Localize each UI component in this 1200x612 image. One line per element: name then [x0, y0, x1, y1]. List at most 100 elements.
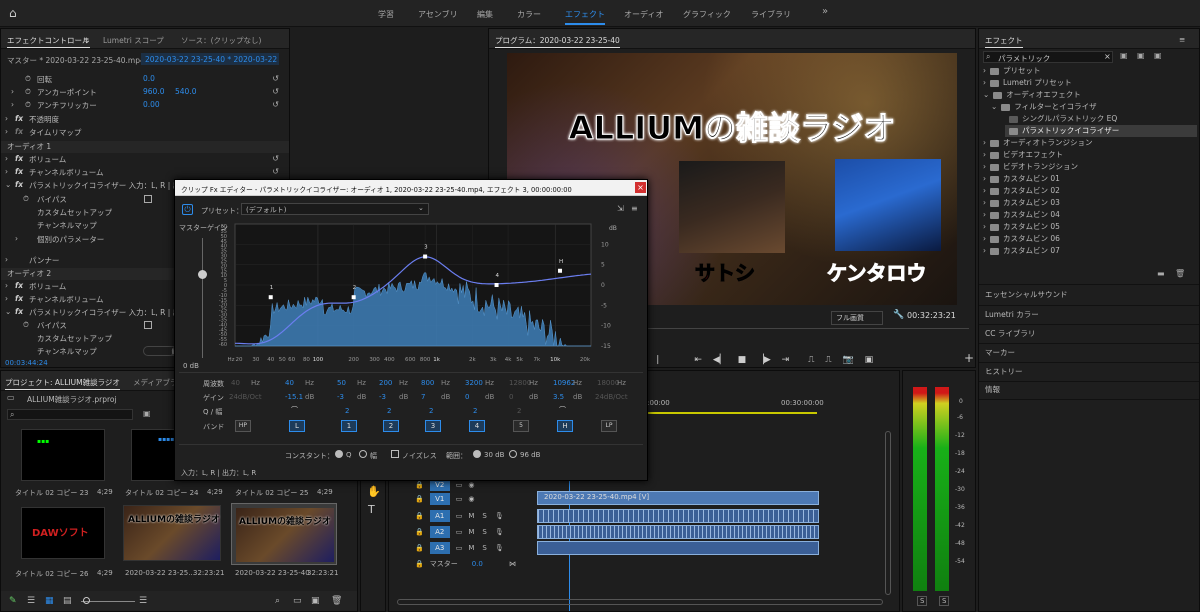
- camera-icon[interactable]: ▭: [456, 495, 463, 503]
- eq-point-handle[interactable]: [494, 283, 499, 287]
- band-toggle-L[interactable]: L: [289, 420, 305, 432]
- tree-item[interactable]: › カスタムビン 07: [983, 245, 1197, 257]
- band-toggle-4[interactable]: 4: [469, 420, 485, 432]
- band-toggle-3[interactable]: 3: [425, 420, 441, 432]
- band-gain[interactable]: -15.1: [285, 393, 303, 401]
- track-a2-target[interactable]: A2: [429, 526, 450, 538]
- channel-volume-row[interactable]: › fx チャンネルボリューム ↺: [1, 167, 289, 179]
- reset-icon[interactable]: ↺: [272, 167, 279, 176]
- band-frequency[interactable]: 800: [421, 379, 434, 387]
- accelerated-filter-icon[interactable]: ▣: [1120, 51, 1128, 60]
- anchor-x-value[interactable]: 960.0: [143, 87, 164, 96]
- band-slope[interactable]: 24dB/Oct: [229, 393, 262, 401]
- range-96-radio[interactable]: [509, 450, 517, 458]
- fx-icon[interactable]: fx: [15, 281, 23, 290]
- track-v1-target[interactable]: V1: [429, 493, 450, 505]
- eye-icon[interactable]: ◉: [468, 481, 474, 489]
- band-gain[interactable]: -3: [337, 393, 344, 401]
- band-frequency[interactable]: 3200: [465, 379, 483, 387]
- mark-in-icon[interactable]: ❘: [654, 355, 662, 365]
- band-shape-icon[interactable]: ⌒: [559, 405, 566, 415]
- 32bit-filter-icon[interactable]: ▣: [1137, 51, 1145, 60]
- stopwatch-icon[interactable]: ⏱: [25, 74, 31, 84]
- stopwatch-icon[interactable]: ⏱: [25, 87, 31, 97]
- add-button-icon[interactable]: +: [964, 351, 974, 365]
- camera-icon[interactable]: ▭: [456, 481, 463, 489]
- band-shape-icon[interactable]: ⌒: [291, 405, 298, 415]
- band-frequency[interactable]: 12800: [509, 379, 531, 387]
- expand-arrow-icon[interactable]: ›: [5, 154, 8, 163]
- band-gain[interactable]: 7: [421, 393, 425, 401]
- tree-item[interactable]: › ビデオトランジション: [983, 161, 1197, 173]
- expand-arrow-icon[interactable]: ›: [5, 114, 8, 123]
- preset-save-icon[interactable]: ⇲: [617, 204, 624, 213]
- tree-item[interactable]: ⌄ フィルターとイコライザ: [991, 101, 1197, 113]
- band-q[interactable]: 2: [345, 407, 349, 415]
- yuv-filter-icon[interactable]: ▣: [1154, 51, 1162, 60]
- mic-icon[interactable]: 🎙: [495, 544, 504, 552]
- expand-arrow-icon[interactable]: ›: [5, 255, 8, 264]
- time-remap-row[interactable]: › fx タイムリマップ: [1, 127, 289, 139]
- master-track-value[interactable]: 0.0: [472, 560, 483, 568]
- power-icon[interactable]: ⏻: [182, 204, 193, 215]
- band-q[interactable]: 2: [473, 407, 477, 415]
- new-bin-icon[interactable]: ▣: [143, 409, 151, 418]
- ec-timecode[interactable]: 00:03:44:24: [5, 359, 48, 367]
- go-to-in-icon[interactable]: ⇤: [694, 355, 702, 365]
- stopwatch-icon[interactable]: ⏱: [23, 320, 29, 330]
- thumbnail-daw[interactable]: DAWソフト: [21, 507, 105, 559]
- thumbnail-video-2-selected[interactable]: ALLIUMの雑談ラジオ: [231, 503, 337, 565]
- clip-v1[interactable]: 2020-03-22 23-25-40.mp4 [V]: [537, 491, 819, 505]
- clear-search-icon[interactable]: ×: [1104, 52, 1111, 61]
- sync-icon[interactable]: ▭: [456, 528, 463, 536]
- section-essential-sound[interactable]: エッセンシャルサウンド: [985, 289, 1068, 300]
- solo-button[interactable]: S: [482, 544, 486, 552]
- mute-button[interactable]: M: [468, 544, 474, 552]
- clip-a1[interactable]: [537, 509, 819, 523]
- eq-point-handle[interactable]: [351, 295, 356, 300]
- band-frequency[interactable]: 10962: [553, 379, 575, 387]
- go-to-out-icon[interactable]: ⇥: [782, 355, 790, 365]
- tab-source[interactable]: ソース：(クリップなし): [181, 35, 261, 46]
- rotate-value[interactable]: 0.0: [143, 74, 155, 83]
- band-toggle-1[interactable]: 1: [341, 420, 357, 432]
- band-gain[interactable]: 0: [509, 393, 513, 401]
- fx-icon[interactable]: fx: [15, 114, 23, 123]
- band-toggle-HP[interactable]: HP: [235, 420, 251, 432]
- project-search-field[interactable]: ⌕: [7, 409, 133, 420]
- panel-menu-icon[interactable]: ≡: [1179, 35, 1185, 44]
- workspace-graphics[interactable]: グラフィック: [683, 9, 731, 20]
- range-30-radio[interactable]: [473, 450, 481, 458]
- home-icon[interactable]: ⌂: [9, 6, 17, 20]
- expand-arrow-icon[interactable]: ›: [5, 281, 8, 290]
- step-forward-icon[interactable]: ▕▶: [757, 355, 771, 365]
- reset-icon[interactable]: ↺: [272, 100, 279, 109]
- tree-item[interactable]: › カスタムビン 03: [983, 197, 1197, 209]
- track-a1-target[interactable]: A1: [429, 510, 450, 522]
- band-frequency[interactable]: 40: [231, 379, 240, 387]
- program-timecode[interactable]: 00:32:23:21: [907, 311, 956, 320]
- tab-effect-controls[interactable]: エフェクトコントロール: [7, 35, 90, 48]
- tree-item[interactable]: › カスタムビン 01: [983, 173, 1197, 185]
- section-history[interactable]: ヒストリー: [985, 366, 1023, 377]
- fx-icon[interactable]: fx: [15, 127, 23, 136]
- type-tool-icon[interactable]: T: [368, 503, 375, 516]
- band-toggle-5[interactable]: 5: [513, 420, 529, 432]
- effects-search-field[interactable]: ⌕ パラメトリック ×: [983, 51, 1113, 63]
- tree-item[interactable]: › Lumetri プリセット: [983, 77, 1197, 89]
- extract-icon[interactable]: ⎍: [825, 355, 831, 365]
- collapse-arrow-icon[interactable]: ⌄: [5, 180, 11, 189]
- workspace-assembly[interactable]: アセンブリ: [418, 9, 458, 20]
- new-bin-icon[interactable]: ▭: [293, 596, 302, 606]
- band-q[interactable]: 2: [387, 407, 391, 415]
- timeline-vertical-scrollbar[interactable]: [885, 431, 891, 595]
- band-gain[interactable]: 0: [465, 393, 469, 401]
- workspace-effects[interactable]: エフェクト: [565, 9, 605, 25]
- lift-icon[interactable]: ⎍: [808, 355, 814, 365]
- tree-item[interactable]: › プリセット: [983, 65, 1197, 77]
- tab-effects[interactable]: エフェクト: [985, 35, 1023, 48]
- tree-item[interactable]: › カスタムビン 02: [983, 185, 1197, 197]
- solo-button[interactable]: S: [482, 512, 486, 520]
- eq-graph[interactable]: 605550454035302520151050-5-10-15-20-25-3…: [175, 220, 649, 360]
- stopwatch-icon[interactable]: ⏱: [23, 194, 29, 204]
